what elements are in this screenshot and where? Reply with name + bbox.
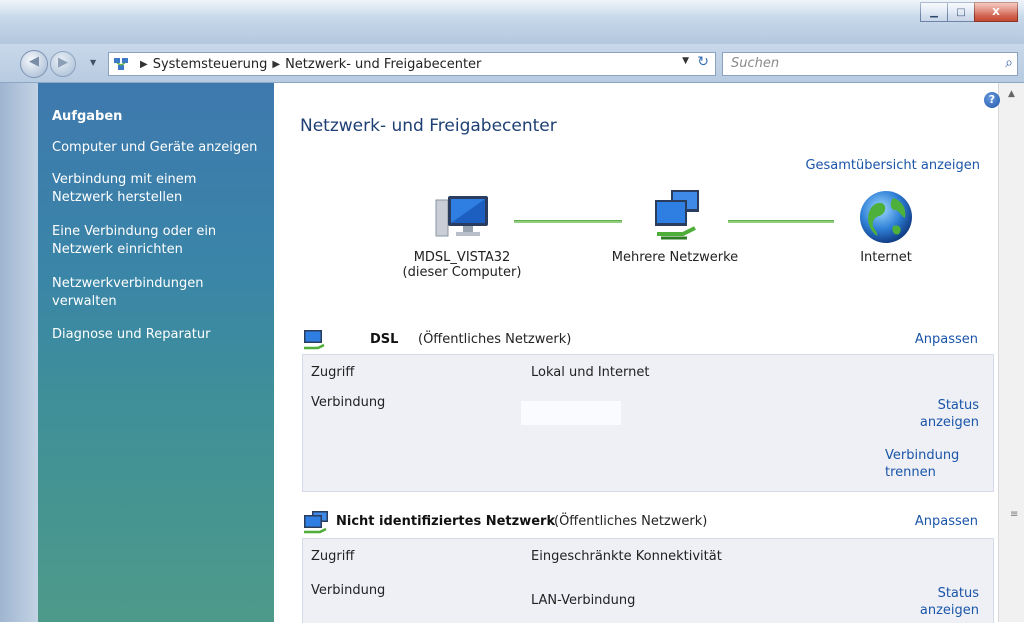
task-sidebar: Aufgaben Computer und Geräte anzeigen Ve…: [38, 83, 274, 622]
connection-value: [521, 401, 621, 425]
network-header-dsl: DSL (Öffentliches Netzwerk) Anpassen: [300, 326, 980, 354]
window-left-edge: [0, 83, 38, 622]
connection-value: LAN-Verbindung: [531, 593, 636, 608]
computer-caption: (dieser Computer): [402, 265, 522, 280]
computer-name: MDSL_VISTA32: [413, 250, 511, 265]
close-button[interactable]: X: [974, 2, 1018, 22]
access-label: Zugriff: [311, 549, 355, 564]
page-title: Netzwerk- und Freigabecenter: [300, 116, 557, 136]
disconnect-link[interactable]: Verbindung trennen: [885, 447, 975, 481]
sidebar-item-manage-connections[interactable]: Netzwerkverbindungen verwalten: [52, 275, 204, 311]
connection-label: Verbindung: [311, 395, 386, 410]
minimize-button[interactable]: ▁: [920, 2, 948, 22]
network-name: DSL: [370, 332, 399, 347]
scroll-grip-icon[interactable]: ≡: [1010, 509, 1018, 520]
full-map-link[interactable]: Gesamtübersicht anzeigen: [805, 158, 980, 173]
access-label: Zugriff: [311, 365, 355, 380]
address-bar[interactable]: ▶ Systemsteuerung ▶ Netzwerk- und Freiga…: [108, 52, 716, 76]
customize-link[interactable]: Anpassen: [915, 514, 978, 529]
connection-label: Verbindung: [311, 583, 386, 598]
search-icon[interactable]: ⌕: [1005, 55, 1013, 71]
sidebar-item-setup-connection[interactable]: Eine Verbindung oder ein Netzwerk einric…: [52, 223, 232, 259]
maximize-button[interactable]: □: [947, 2, 975, 22]
address-dropdown-icon[interactable]: ▼: [682, 56, 689, 66]
sidebar-item-computer-devices[interactable]: Computer und Geräte anzeigen: [52, 139, 272, 157]
window-controls: ▁ □ X: [920, 2, 1018, 22]
network-details-unidentified: Zugriff Eingeschränkte Konnektivität Ver…: [302, 538, 994, 623]
sidebar-item-connect-network[interactable]: Verbindung mit einem Netzwerk herstellen: [52, 171, 202, 207]
customize-link[interactable]: Anpassen: [915, 332, 978, 347]
networks-label: Mehrere Netzwerke: [611, 250, 739, 265]
network-small-icon: [304, 511, 328, 534]
map-computer[interactable]: MDSL_VISTA32 (dieser Computer): [392, 190, 532, 280]
forward-arrow-icon: ▶: [58, 55, 68, 70]
map-internet[interactable]: Internet: [836, 188, 936, 265]
internet-label: Internet: [860, 250, 912, 265]
access-value: Eingeschränkte Konnektivität: [531, 549, 722, 564]
access-value: Lokal und Internet: [531, 365, 650, 380]
sidebar-title: Aufgaben: [52, 109, 123, 124]
forward-button[interactable]: ▶: [50, 51, 76, 77]
back-button[interactable]: ◀: [20, 50, 48, 78]
network-small-icon: [304, 330, 325, 350]
globe-icon: [860, 191, 912, 243]
connection-line: [728, 220, 834, 223]
map-networks[interactable]: Mehrere Netzwerke: [600, 186, 750, 265]
title-bar: ▁ □ X: [0, 0, 1024, 44]
history-dropdown-icon[interactable]: ▼: [90, 58, 96, 67]
breadcrumb-current[interactable]: Netzwerk- und Freigabecenter: [285, 57, 481, 72]
scroll-up-icon[interactable]: ▲: [1008, 89, 1015, 99]
network-details-dsl: Zugriff Lokal und Internet Verbindung St…: [302, 354, 994, 492]
status-link[interactable]: Status anzeigen: [909, 397, 979, 431]
navigation-bar: ◀ ▶ ▼ ▶ Systemsteuerung ▶ Netzwerk- und …: [0, 44, 1024, 83]
network-type: (Öffentliches Netzwerk): [554, 514, 708, 529]
network-type: (Öffentliches Netzwerk): [418, 332, 572, 347]
breadcrumb-systemsteuerung[interactable]: Systemsteuerung: [153, 57, 268, 72]
network-header-unidentified: Nicht identifiziertes Netzwerk (Öffentli…: [300, 508, 980, 536]
status-link[interactable]: Status anzeigen: [909, 585, 979, 619]
computer-icon: [435, 196, 488, 237]
breadcrumb-separator-icon[interactable]: ▶: [272, 59, 280, 70]
refresh-icon[interactable]: ↻: [697, 54, 709, 70]
vertical-scrollbar[interactable]: ▲ ≡: [998, 83, 1024, 622]
search-placeholder: Suchen: [731, 56, 780, 71]
search-input[interactable]: Suchen ⌕: [722, 52, 1018, 76]
network-center-icon: [114, 58, 128, 70]
multiple-networks-icon: [655, 190, 699, 240]
help-icon[interactable]: ?: [984, 92, 1000, 108]
network-name: Nicht identifiziertes Netzwerk: [336, 514, 556, 529]
breadcrumb-separator-icon[interactable]: ▶: [140, 59, 148, 70]
sidebar-item-diagnose-repair[interactable]: Diagnose und Reparatur: [52, 326, 272, 344]
back-arrow-icon: ◀: [29, 54, 39, 69]
